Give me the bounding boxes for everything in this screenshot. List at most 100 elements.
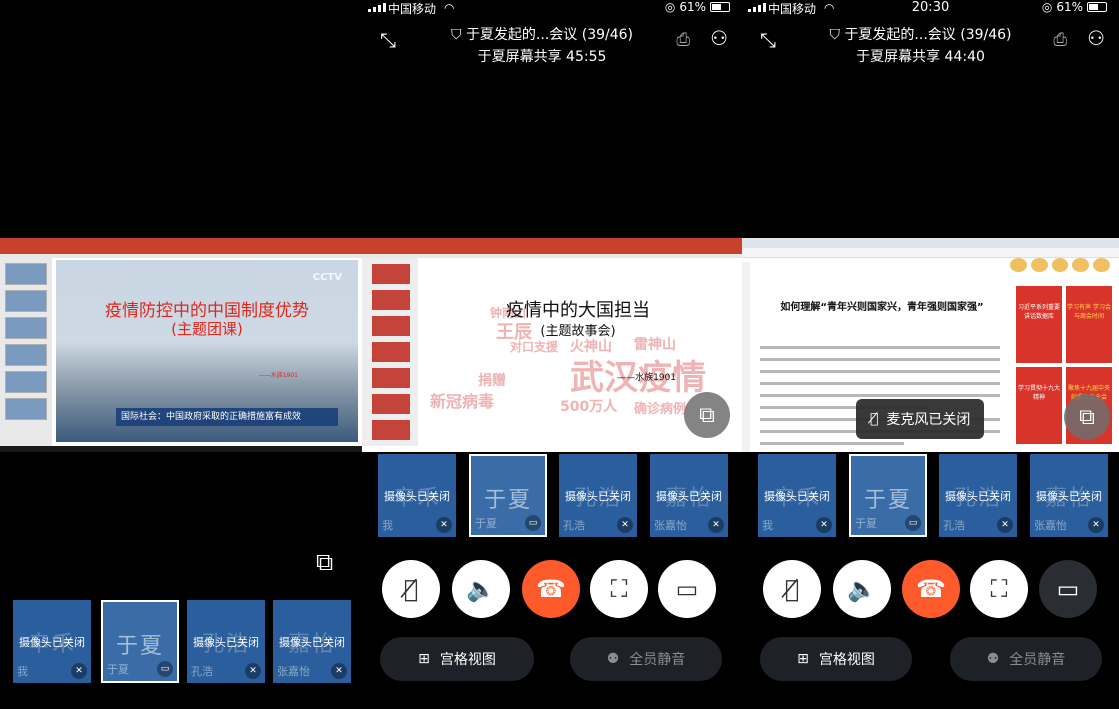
shared-screen[interactable]: CCTV 疫情防控中的中国制度优势 (主题团课) ——水族1901 国际社会：中… (0, 238, 362, 452)
side-link[interactable]: 习近平系列重要讲话数据库 (1016, 286, 1062, 363)
status-bar: 中国移动 ◠ ◎ 61% (362, 0, 742, 16)
meeting-title[interactable]: ⛉ 于夏发起的...会议 (39/46) (422, 24, 662, 44)
camera-toggle-button[interactable]: ⛶ (970, 560, 1028, 618)
side-link[interactable]: 学习有声 学习会与周会时间 (1066, 286, 1112, 363)
mute-all-button[interactable]: ⚉ 全员静音 (950, 637, 1102, 681)
participant-tile[interactable]: 辛禾 摄像头已关闭我 ✕ (13, 600, 91, 683)
mute-all-button[interactable]: ⚉ 全员静音 (570, 637, 722, 681)
participant-tile[interactable]: 辛禾 摄像头已关闭我 ✕ (758, 454, 836, 537)
hangup-button[interactable]: ☎ (902, 560, 960, 618)
speaker-button[interactable]: 🔈 (452, 560, 510, 618)
participant-tile[interactable]: 于夏 于夏 ▭ (469, 454, 547, 537)
battery-icon (710, 2, 730, 12)
camera-off-label: 摄像头已关闭 (279, 636, 345, 649)
panel-2: 中国移动 ◠ ◎ 61% ⤡ ⛉ 于夏发起的...会议 (39/46) 于夏屏幕共… (362, 0, 742, 709)
participant-avatar-text: 于夏 (483, 488, 532, 513)
screen-share-icon: ▭ (525, 515, 541, 531)
participant-tile[interactable]: 孔浩 摄像头已关闭 孔浩 ✕ (187, 600, 265, 683)
participant-tile[interactable]: 嘉怡 摄像头已关闭 张嘉怡 ✕ (1030, 454, 1108, 537)
camera-off-label: 摄像头已关闭 (945, 490, 1011, 503)
mic-off-icon: ✕ (617, 517, 633, 533)
ppt-titlebar (0, 238, 362, 254)
browser-tabs (742, 238, 1119, 248)
battery: ◎ 61% (1042, 0, 1107, 14)
grid-icon: ⊞ (797, 651, 809, 667)
add-member-icon[interactable]: ⚇ (710, 26, 728, 50)
camera-off-label: 摄像头已关闭 (384, 490, 450, 503)
panel-1: CCTV 疫情防控中的中国制度优势 (主题团课) ——水族1901 国际社会：中… (0, 0, 362, 709)
speaker-icon: 🔈 (466, 575, 496, 603)
participant-name: 我 (17, 665, 28, 678)
rotate-screen-icon[interactable]: ⧉ (316, 548, 333, 576)
participant-tile[interactable]: 于夏 于夏 ▭ (849, 454, 927, 537)
slide: CCTV 疫情防控中的中国制度优势 (主题团课) ——水族1901 国际社会：中… (56, 260, 358, 442)
wifi-icon: ◠ (444, 1, 455, 15)
switch-camera-icon[interactable]: ⎙ (1053, 30, 1067, 50)
participant-tile[interactable]: 于夏 于夏 ▭ (101, 600, 179, 683)
mic-off-icon: ✕ (1088, 517, 1104, 533)
screen-share-button[interactable]: ▭ (1039, 560, 1097, 618)
participant-name: 我 (762, 519, 773, 532)
hangup-button[interactable]: ☎ (522, 560, 580, 618)
participant-tile[interactable]: 嘉怡 摄像头已关闭 张嘉怡 ✕ (650, 454, 728, 537)
sharing-status: 于夏屏幕共享 44:40 (856, 49, 985, 65)
shield-icon: ⛉ (450, 27, 466, 43)
speaker-button[interactable]: 🔈 (833, 560, 891, 618)
mic-off-icon: ✕ (816, 517, 832, 533)
rotate-screen-icon[interactable]: ⧉ (1064, 394, 1110, 440)
slide-subtitle: (主题团课) (171, 320, 243, 338)
ppt-ribbon (362, 254, 742, 258)
side-link[interactable]: 学习贯彻十九大精神 (1016, 367, 1062, 444)
camera-off-icon: ⛶ (610, 575, 628, 603)
phone-hangup-icon: ☎ (916, 575, 946, 603)
mic-off-icon: ✕ (708, 517, 724, 533)
add-member-icon[interactable]: ⚇ (1087, 26, 1105, 50)
browser-sidebar (742, 262, 750, 452)
participant-tile[interactable]: 辛禾 摄像头已关闭我 ✕ (378, 454, 456, 537)
participant-name: 孔浩 (191, 665, 213, 678)
screen-share-icon: ▭ (905, 515, 921, 531)
mic-toggle-button[interactable]: 🎙̸ (382, 560, 440, 618)
cctv-logo: CCTV (312, 272, 342, 283)
word-cloud-word: 火神山 (570, 339, 612, 355)
participant-name: 孔浩 (563, 519, 585, 532)
status-bar: 中国移动 ◠ 20:30 ◎ 61% (742, 0, 1119, 16)
meeting-title[interactable]: ⛉ 于夏发起的...会议 (39/46) (802, 24, 1039, 44)
participant-tile[interactable]: 孔浩 摄像头已关闭 孔浩 ✕ (559, 454, 637, 537)
article-headline: 如何理解“青年兴则国家兴，青年强则国家强” (780, 302, 984, 313)
participant-tile[interactable]: 孔浩 摄像头已关闭 孔浩 ✕ (939, 454, 1017, 537)
minimize-icon[interactable]: ⤡ (760, 28, 776, 52)
speaker-icon: 🔈 (847, 575, 877, 603)
signal-icon (368, 3, 386, 12)
word-cloud-word: 捐赠 (478, 373, 506, 389)
participant-name: 我 (382, 519, 393, 532)
camera-toggle-button[interactable]: ⛶ (590, 560, 648, 618)
mic-toggle-button[interactable]: 🎙̸ (763, 560, 821, 618)
switch-camera-icon[interactable]: ⎙ (676, 30, 690, 50)
camera-off-label: 摄像头已关闭 (19, 636, 85, 649)
mic-off-icon: 🎙̸ (784, 575, 800, 603)
battery-icon (1087, 2, 1107, 12)
slide-subtitle: (主题故事会) (540, 324, 616, 339)
word-cloud-word: 确诊病例 (634, 402, 687, 417)
grid-view-button[interactable]: ⊞ 宫格视图 (380, 637, 534, 681)
participant-avatar-text: 于夏 (115, 634, 164, 659)
camera-off-label: 摄像头已关闭 (764, 490, 830, 503)
grid-view-button[interactable]: ⊞ 宫格视图 (760, 637, 912, 681)
sharing-status: 于夏屏幕共享 45:55 (477, 49, 607, 65)
lock-rotation-icon: ◎ (664, 0, 676, 14)
participant-tile[interactable]: 嘉怡 摄像头已关闭 张嘉怡 ✕ (273, 600, 351, 683)
mic-off-toast: 🎙̸ 麦克风已关闭 (856, 399, 985, 439)
mic-off-icon: ✕ (331, 663, 347, 679)
carrier: 中国移动 (388, 2, 437, 16)
slide-signature: ——水族1901 (617, 373, 676, 383)
minimize-icon[interactable]: ⤡ (380, 28, 396, 52)
mute-all-icon: ⚉ (986, 651, 1000, 667)
rotate-screen-icon[interactable]: ⧉ (684, 392, 730, 438)
ppt-ribbon (0, 254, 362, 258)
mute-all-icon: ⚉ (606, 651, 620, 667)
lock-rotation-icon: ◎ (1041, 0, 1053, 14)
participant-name: 张嘉怡 (277, 665, 310, 678)
screen-share-button[interactable]: ▭ (658, 560, 716, 618)
participant-name: 于夏 (475, 517, 497, 530)
